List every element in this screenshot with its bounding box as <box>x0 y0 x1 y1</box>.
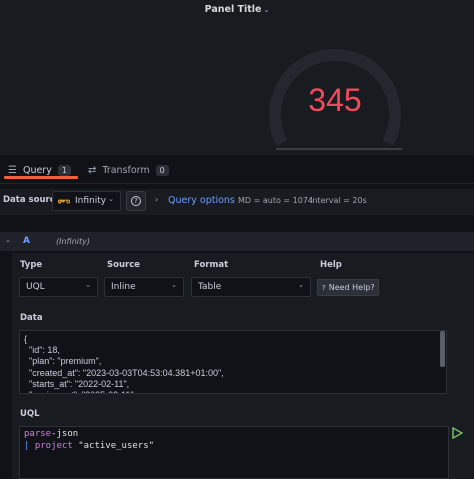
chevron-down-icon: ⌄ <box>85 281 91 289</box>
tab-query[interactable]: ☰ Query 1 <box>8 156 71 184</box>
chevron-down-icon: ⌄ <box>263 6 270 14</box>
query-options-link[interactable]: Query options <box>168 195 235 206</box>
uql-editor[interactable]: parse-json | project "active_users" <box>19 426 449 479</box>
chevron-right-icon[interactable]: › <box>155 195 158 204</box>
data-textarea[interactable]: { "id": 18, "plan": "premium", "created_… <box>19 330 447 394</box>
uql-line-2: | project "active_users" <box>24 441 155 451</box>
format-select[interactable]: Table ⌄ <box>191 277 311 297</box>
source-label: Source <box>107 260 141 270</box>
data-text: { "id": 18, "plan": "premium", "created_… <box>24 334 224 393</box>
gauge-baseline <box>276 148 402 150</box>
interval-text: Interval = 20s <box>310 196 367 205</box>
tab-transform[interactable]: ⇄ Transform 0 <box>88 156 169 184</box>
uql-label: UQL <box>20 409 40 419</box>
panel-preview: Panel Title ⌄ 345 <box>0 0 474 155</box>
question-icon: ? <box>322 283 326 292</box>
query-options-row: Data source Infinity ⌄ ? › Query options… <box>0 189 474 215</box>
source-select[interactable]: Inline ⌄ <box>104 277 184 297</box>
query-a-header[interactable]: ⌄ A (Infinity) <box>0 232 474 251</box>
data-source-picker[interactable]: Infinity ⌄ <box>52 191 121 211</box>
data-label: Data <box>20 313 43 323</box>
format-label: Format <box>194 260 229 270</box>
query-datasource-hint: (Infinity) <box>56 237 91 246</box>
need-help-button[interactable]: ? Need Help? <box>317 279 379 296</box>
editor-tabs: ☰ Query 1 ⇄ Transform 0 <box>0 156 474 184</box>
chevron-down-icon: ⌄ <box>298 281 304 289</box>
max-data-points-text: MD = auto = 1074 <box>238 196 314 205</box>
query-name[interactable]: A <box>23 236 30 246</box>
infinity-logo-icon <box>58 199 70 203</box>
transform-icon: ⇄ <box>88 164 97 176</box>
tab-count-badge: 0 <box>155 164 169 176</box>
gauge-value: 345 <box>308 82 362 118</box>
chevron-down-icon[interactable]: ⌄ <box>5 236 11 244</box>
database-icon: ☰ <box>8 164 17 176</box>
active-tab-indicator <box>4 176 78 179</box>
help-label: Help <box>320 260 342 270</box>
question-icon: ? <box>131 196 141 206</box>
data-source-help-button[interactable]: ? <box>126 191 146 211</box>
chevron-down-icon: ⌄ <box>108 195 114 203</box>
panel-title[interactable]: Panel Title ⌄ <box>0 4 474 15</box>
chevron-down-icon: ⌄ <box>171 281 177 289</box>
uql-line-1: parse-json <box>24 429 79 439</box>
run-query-icon[interactable] <box>451 427 463 439</box>
data-scrollbar[interactable] <box>440 331 445 367</box>
type-select[interactable]: UQL ⌄ <box>19 277 98 297</box>
tab-count-badge: 1 <box>57 164 71 176</box>
type-label: Type <box>20 260 43 270</box>
